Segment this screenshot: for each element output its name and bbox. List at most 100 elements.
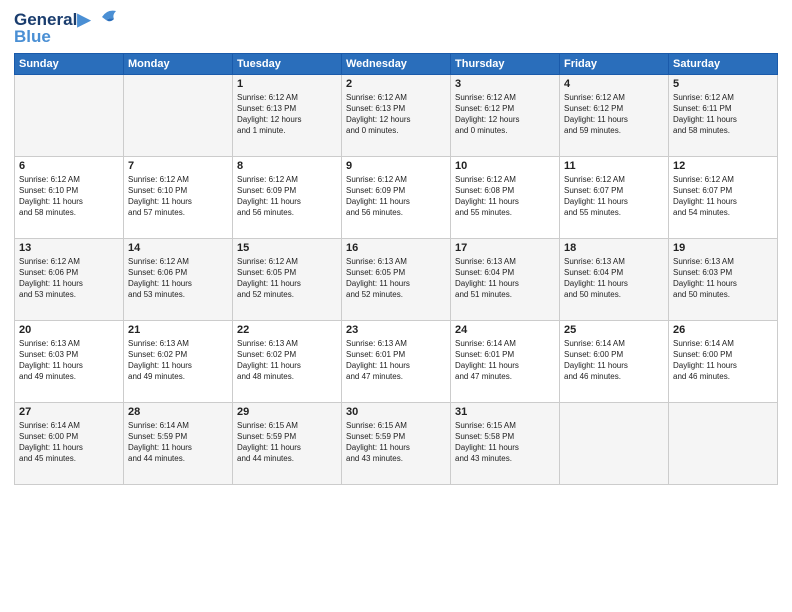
calendar-cell: 30Sunrise: 6:15 AM Sunset: 5:59 PM Dayli… bbox=[342, 402, 451, 484]
day-number: 4 bbox=[564, 78, 664, 90]
calendar-week-row: 1 Sunrise: 6:12 AM Sunset: 6:13 PM Daylig… bbox=[15, 74, 778, 156]
day-number: 13 bbox=[19, 242, 119, 254]
day-info: Sunrise: 6:12 AM Sunset: 6:07 PM Dayligh… bbox=[564, 174, 664, 219]
calendar-cell: 18 Sunrise: 6:13 AM Sunset: 6:04 PM Dayli… bbox=[560, 238, 669, 320]
day-info: Sunrise: 6:12 AM Sunset: 6:10 PM Dayligh… bbox=[19, 174, 119, 219]
calendar-cell: 13Sunrise: 6:12 AM Sunset: 6:06 PM Dayli… bbox=[15, 238, 124, 320]
day-info: Sunrise: 6:13 AM Sunset: 6:03 PM Dayligh… bbox=[673, 256, 773, 301]
day-number: 18 bbox=[564, 242, 664, 254]
calendar-cell: 1 Sunrise: 6:12 AM Sunset: 6:13 PM Daylig… bbox=[233, 74, 342, 156]
calendar-cell: 22 Sunrise: 6:13 AM Sunset: 6:02 PM Dayli… bbox=[233, 320, 342, 402]
calendar-table: SundayMondayTuesdayWednesdayThursdayFrid… bbox=[14, 53, 778, 485]
day-number: 14 bbox=[128, 242, 228, 254]
calendar-cell: 6 Sunrise: 6:12 AM Sunset: 6:10 PM Daylig… bbox=[15, 156, 124, 238]
day-number: 11 bbox=[564, 160, 664, 172]
calendar-week-row: 6 Sunrise: 6:12 AM Sunset: 6:10 PM Daylig… bbox=[15, 156, 778, 238]
logo-bird-icon bbox=[92, 7, 122, 29]
day-number: 31 bbox=[455, 406, 555, 418]
calendar-cell: 17 Sunrise: 6:13 AM Sunset: 6:04 PM Dayli… bbox=[451, 238, 560, 320]
day-number: 3 bbox=[455, 78, 555, 90]
calendar-cell bbox=[15, 74, 124, 156]
calendar-cell bbox=[124, 74, 233, 156]
day-number: 20 bbox=[19, 324, 119, 336]
day-number: 2 bbox=[346, 78, 446, 90]
calendar-cell: 29 Sunrise: 6:15 AM Sunset: 5:59 PM Dayli… bbox=[233, 402, 342, 484]
calendar-cell: 31 Sunrise: 6:15 AM Sunset: 5:58 PM Dayli… bbox=[451, 402, 560, 484]
day-info: Sunrise: 6:12 AM Sunset: 6:13 PM Dayligh… bbox=[346, 92, 446, 137]
day-number: 12 bbox=[673, 160, 773, 172]
day-info: Sunrise: 6:15 AM Sunset: 5:59 PM Dayligh… bbox=[237, 420, 337, 465]
day-info: Sunrise: 6:13 AM Sunset: 6:05 PM Dayligh… bbox=[346, 256, 446, 301]
day-number: 5 bbox=[673, 78, 773, 90]
day-number: 6 bbox=[19, 160, 119, 172]
day-info: Sunrise: 6:12 AM Sunset: 6:10 PM Dayligh… bbox=[128, 174, 228, 219]
day-info: Sunrise: 6:12 AM Sunset: 6:12 PM Dayligh… bbox=[564, 92, 664, 137]
day-number: 7 bbox=[128, 160, 228, 172]
day-number: 29 bbox=[237, 406, 337, 418]
day-info: Sunrise: 6:13 AM Sunset: 6:01 PM Dayligh… bbox=[346, 338, 446, 383]
day-number: 21 bbox=[128, 324, 228, 336]
day-info: Sunrise: 6:14 AM Sunset: 6:00 PM Dayligh… bbox=[564, 338, 664, 383]
day-info: Sunrise: 6:15 AM Sunset: 5:58 PM Dayligh… bbox=[455, 420, 555, 465]
calendar-cell: 28Sunrise: 6:14 AM Sunset: 5:59 PM Dayli… bbox=[124, 402, 233, 484]
calendar-cell: 26 Sunrise: 6:14 AM Sunset: 6:00 PM Dayli… bbox=[669, 320, 778, 402]
calendar-cell: 24 Sunrise: 6:14 AM Sunset: 6:01 PM Dayli… bbox=[451, 320, 560, 402]
calendar-cell: 16 Sunrise: 6:13 AM Sunset: 6:05 PM Dayli… bbox=[342, 238, 451, 320]
calendar-cell: 10Sunrise: 6:12 AM Sunset: 6:08 PM Dayli… bbox=[451, 156, 560, 238]
calendar-cell: 21Sunrise: 6:13 AM Sunset: 6:02 PM Dayli… bbox=[124, 320, 233, 402]
day-info: Sunrise: 6:12 AM Sunset: 6:07 PM Dayligh… bbox=[673, 174, 773, 219]
calendar-week-row: 13 Sunrise: 6:12 AM Sunset: 6:06 PM Dayli… bbox=[15, 238, 778, 320]
calendar-cell: 15Sunrise: 6:12 AM Sunset: 6:05 PM Dayli… bbox=[233, 238, 342, 320]
calendar-cell: 14 Sunrise: 6:12 AM Sunset: 6:06 PM Dayli… bbox=[124, 238, 233, 320]
day-info: Sunrise: 6:14 AM Sunset: 6:00 PM Dayligh… bbox=[673, 338, 773, 383]
weekday-header-tuesday: Tuesday bbox=[233, 53, 342, 74]
day-number: 28 bbox=[128, 406, 228, 418]
logo: General▶ Blue bbox=[14, 10, 122, 45]
calendar-cell: 3 Sunrise: 6:12 AM Sunset: 6:12 PM Daylig… bbox=[451, 74, 560, 156]
day-number: 10 bbox=[455, 160, 555, 172]
calendar-cell: 12 Sunrise: 6:12 AM Sunset: 6:07 PM Dayli… bbox=[669, 156, 778, 238]
calendar-cell: 25 Sunrise: 6:14 AM Sunset: 6:00 PM Dayli… bbox=[560, 320, 669, 402]
calendar-cell: 7 Sunrise: 6:12 AM Sunset: 6:10 PM Daylig… bbox=[124, 156, 233, 238]
day-number: 25 bbox=[564, 324, 664, 336]
calendar-week-row: 20 Sunrise: 6:13 AM Sunset: 6:03 PM Dayli… bbox=[15, 320, 778, 402]
calendar-cell: 4 Sunrise: 6:12 AM Sunset: 6:12 PM Daylig… bbox=[560, 74, 669, 156]
day-number: 26 bbox=[673, 324, 773, 336]
logo-blue: Blue bbox=[14, 28, 122, 45]
day-info: Sunrise: 6:12 AM Sunset: 6:06 PM Dayligh… bbox=[128, 256, 228, 301]
calendar-cell: 2 Sunrise: 6:12 AM Sunset: 6:13 PM Daylig… bbox=[342, 74, 451, 156]
day-number: 23 bbox=[346, 324, 446, 336]
day-info: Sunrise: 6:12 AM Sunset: 6:12 PM Dayligh… bbox=[455, 92, 555, 137]
day-number: 24 bbox=[455, 324, 555, 336]
day-number: 17 bbox=[455, 242, 555, 254]
day-number: 1 bbox=[237, 78, 337, 90]
calendar-header-row: SundayMondayTuesdayWednesdayThursdayFrid… bbox=[15, 53, 778, 74]
day-info: Sunrise: 6:14 AM Sunset: 6:00 PM Dayligh… bbox=[19, 420, 119, 465]
day-info: Sunrise: 6:13 AM Sunset: 6:02 PM Dayligh… bbox=[237, 338, 337, 383]
day-info: Sunrise: 6:14 AM Sunset: 6:01 PM Dayligh… bbox=[455, 338, 555, 383]
day-number: 27 bbox=[19, 406, 119, 418]
page-header: General▶ Blue bbox=[14, 10, 778, 45]
calendar-cell: 20 Sunrise: 6:13 AM Sunset: 6:03 PM Dayli… bbox=[15, 320, 124, 402]
day-info: Sunrise: 6:12 AM Sunset: 6:13 PM Dayligh… bbox=[237, 92, 337, 137]
calendar-cell: 11 Sunrise: 6:12 AM Sunset: 6:07 PM Dayli… bbox=[560, 156, 669, 238]
weekday-header-monday: Monday bbox=[124, 53, 233, 74]
day-info: Sunrise: 6:13 AM Sunset: 6:04 PM Dayligh… bbox=[455, 256, 555, 301]
day-info: Sunrise: 6:13 AM Sunset: 6:03 PM Dayligh… bbox=[19, 338, 119, 383]
day-info: Sunrise: 6:12 AM Sunset: 6:09 PM Dayligh… bbox=[346, 174, 446, 219]
day-number: 22 bbox=[237, 324, 337, 336]
day-info: Sunrise: 6:13 AM Sunset: 6:04 PM Dayligh… bbox=[564, 256, 664, 301]
weekday-header-friday: Friday bbox=[560, 53, 669, 74]
day-number: 15 bbox=[237, 242, 337, 254]
day-number: 16 bbox=[346, 242, 446, 254]
day-info: Sunrise: 6:15 AM Sunset: 5:59 PM Dayligh… bbox=[346, 420, 446, 465]
weekday-header-wednesday: Wednesday bbox=[342, 53, 451, 74]
calendar-cell: 23 Sunrise: 6:13 AM Sunset: 6:01 PM Dayli… bbox=[342, 320, 451, 402]
weekday-header-sunday: Sunday bbox=[15, 53, 124, 74]
day-number: 8 bbox=[237, 160, 337, 172]
calendar-cell bbox=[560, 402, 669, 484]
calendar-cell: 5Sunrise: 6:12 AM Sunset: 6:11 PM Daylig… bbox=[669, 74, 778, 156]
weekday-header-saturday: Saturday bbox=[669, 53, 778, 74]
calendar-cell: 27 Sunrise: 6:14 AM Sunset: 6:00 PM Dayli… bbox=[15, 402, 124, 484]
day-number: 19 bbox=[673, 242, 773, 254]
